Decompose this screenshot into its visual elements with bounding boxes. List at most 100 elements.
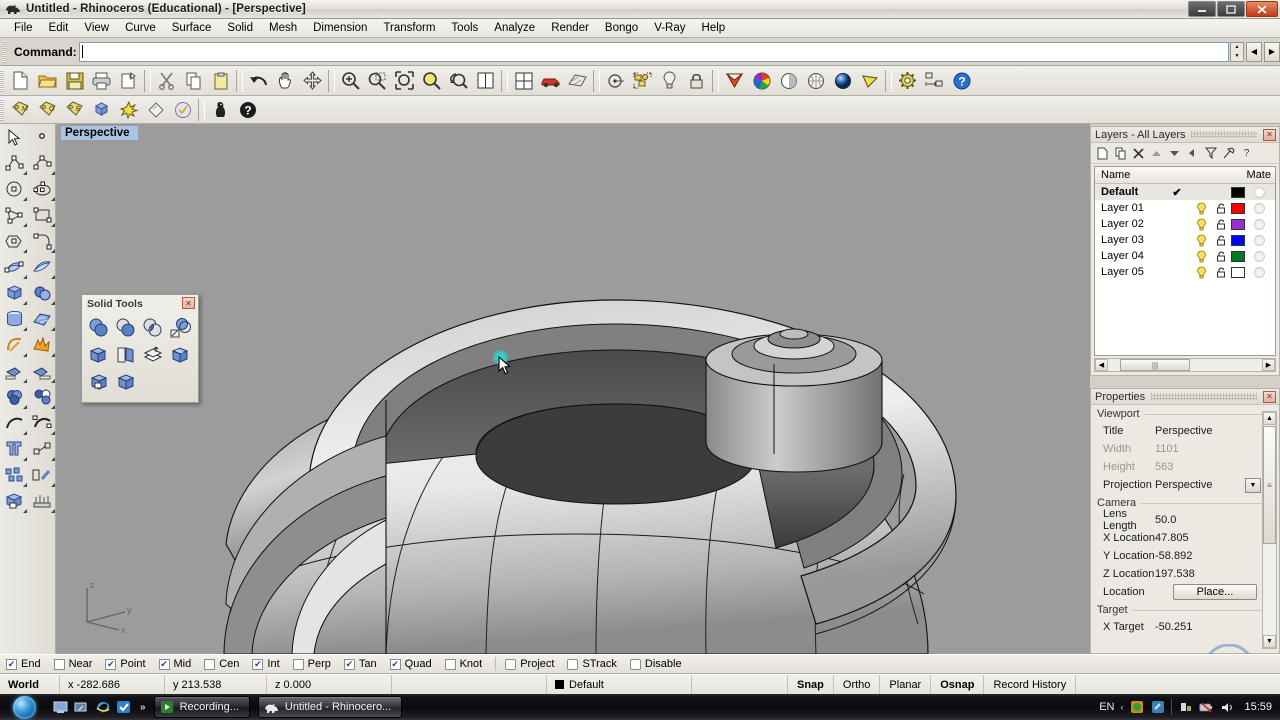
boolean-union-icon[interactable]	[85, 314, 112, 341]
menu-edit[interactable]: Edit	[41, 20, 77, 36]
cplane-label[interactable]: World	[0, 675, 60, 695]
checkbox[interactable]	[505, 659, 516, 670]
toolbar-grip[interactable]	[0, 70, 4, 92]
circle-center-icon[interactable]	[602, 68, 629, 94]
property-value[interactable]: Perspective	[1155, 425, 1279, 437]
current-layer-check[interactable]: ✔	[1163, 186, 1191, 199]
checkbox[interactable]	[204, 659, 215, 670]
toggle-record-history[interactable]: Record History	[984, 675, 1076, 695]
checkbox[interactable]	[445, 659, 456, 670]
boolean-split-icon[interactable]	[166, 314, 193, 341]
block-icon[interactable]	[88, 97, 115, 123]
undo-icon[interactable]	[245, 68, 272, 94]
point-icon[interactable]	[28, 124, 56, 150]
place-button[interactable]: Place...	[1173, 584, 1257, 600]
solid-box-icon[interactable]	[112, 368, 139, 395]
table-row[interactable]: Layer 05	[1095, 264, 1275, 280]
checkmark-app-icon[interactable]	[115, 699, 132, 715]
property-row-x-target[interactable]: X Target -50.251	[1091, 618, 1279, 636]
layer-visibility-bulb-icon[interactable]	[1191, 266, 1211, 279]
tag-e-icon[interactable]: E	[61, 97, 88, 123]
property-value[interactable]: -50.251	[1155, 621, 1279, 633]
text-icon[interactable]	[0, 436, 28, 462]
layer-lock-icon[interactable]	[1211, 266, 1231, 278]
viewport-label[interactable]: Perspective	[61, 126, 138, 140]
command-grip[interactable]	[3, 41, 7, 63]
layer-visibility-bulb-icon[interactable]	[1191, 234, 1211, 247]
flat-shade-icon[interactable]	[856, 68, 883, 94]
close-icon[interactable]: ✕	[1263, 129, 1276, 141]
diamond-icon[interactable]	[142, 97, 169, 123]
taskbar-button-rhino[interactable]: Untitled - Rhinocero...	[258, 696, 402, 718]
copy-icon[interactable]	[180, 68, 207, 94]
property-value[interactable]: 50.0	[1155, 514, 1279, 526]
solid-tools-palette[interactable]: Solid Tools ✕	[81, 294, 199, 403]
zoom-in-icon[interactable]	[337, 68, 364, 94]
cut-icon[interactable]	[153, 68, 180, 94]
boolean-intersection-icon[interactable]	[139, 314, 166, 341]
open-folder-icon[interactable]	[34, 68, 61, 94]
layer-color-swatch[interactable]	[1231, 267, 1245, 278]
checkbox[interactable]: ✔	[6, 659, 17, 670]
menu-dimension[interactable]: Dimension	[305, 20, 375, 36]
lock-icon[interactable]	[683, 68, 710, 94]
dimension-icon[interactable]	[28, 358, 56, 384]
clock[interactable]: 15:59	[1244, 701, 1272, 713]
toggle-osnap[interactable]: Osnap	[931, 675, 984, 695]
osnap-point[interactable]: ✔Point	[105, 658, 145, 670]
rotate-icon[interactable]	[28, 462, 56, 488]
osnap-knot[interactable]: Knot	[445, 658, 483, 670]
leader-icon[interactable]	[28, 436, 56, 462]
osnap-mid[interactable]: ✔Mid	[159, 658, 192, 670]
split-viewport-icon[interactable]	[472, 68, 499, 94]
battery-icon[interactable]	[1199, 700, 1214, 715]
zoom-previous-icon[interactable]	[445, 68, 472, 94]
boolean-difference-icon[interactable]	[112, 314, 139, 341]
layer-color-swatch[interactable]	[1231, 203, 1245, 214]
maximize-button[interactable]	[1217, 1, 1245, 17]
layer-visibility-bulb-icon[interactable]	[1191, 218, 1211, 231]
render-sphere-icon[interactable]	[829, 68, 856, 94]
layer-lock-icon[interactable]	[1211, 218, 1231, 230]
osnap-project[interactable]: Project	[505, 658, 554, 670]
checkbox[interactable]: ✔	[344, 659, 355, 670]
filter-icon[interactable]	[1202, 145, 1219, 162]
menu-analyze[interactable]: Analyze	[486, 20, 543, 36]
properties-icon[interactable]	[1220, 145, 1237, 162]
property-value[interactable]: 47.805	[1155, 532, 1279, 544]
property-row-projection[interactable]: Projection Perspective ▼	[1091, 476, 1279, 494]
layer-color-swatch[interactable]	[1231, 235, 1245, 246]
help-icon[interactable]: ?	[948, 68, 975, 94]
extrude-surface-icon[interactable]	[85, 341, 112, 368]
zoom-window-icon[interactable]	[364, 68, 391, 94]
shell-icon[interactable]	[166, 341, 193, 368]
current-layer[interactable]: Default	[547, 675, 692, 695]
scroll-left-arrow-icon[interactable]: ◀	[1095, 359, 1108, 371]
scrollbar-thumb[interactable]: ≡	[1263, 426, 1276, 544]
tag-m-icon[interactable]: M	[7, 97, 34, 123]
save-icon[interactable]	[61, 68, 88, 94]
arc-icon[interactable]	[0, 410, 28, 436]
toggle-ortho[interactable]: Ortho	[834, 675, 881, 695]
render-shaded-icon[interactable]	[721, 68, 748, 94]
taskbar-button-recording[interactable]: Recording...	[154, 696, 250, 718]
pan-icon[interactable]	[272, 68, 299, 94]
toolbar-grip[interactable]	[0, 99, 4, 121]
select-arrow-icon[interactable]	[0, 124, 28, 150]
layer-lock-icon[interactable]	[1211, 202, 1231, 214]
menu-transform[interactable]: Transform	[375, 20, 443, 36]
ellipse-point-icon[interactable]	[0, 228, 28, 254]
back-icon[interactable]	[1184, 145, 1201, 162]
move-icon[interactable]	[299, 68, 326, 94]
select-objects-icon[interactable]	[629, 68, 656, 94]
checkbox[interactable]	[54, 659, 65, 670]
zoom-extents-icon[interactable]	[391, 68, 418, 94]
scroll-right-arrow-icon[interactable]: ▶	[1262, 359, 1275, 371]
command-next-button[interactable]: ▶	[1264, 42, 1280, 62]
network-icon[interactable]	[1178, 700, 1193, 715]
osnap-quad[interactable]: ✔Quad	[390, 658, 432, 670]
checkbox[interactable]: ✔	[105, 659, 116, 670]
perspective-viewport[interactable]: Perspective z y x	[56, 124, 1090, 654]
layer-lock-icon[interactable]	[1211, 250, 1231, 262]
extrude-icon[interactable]	[28, 306, 56, 332]
